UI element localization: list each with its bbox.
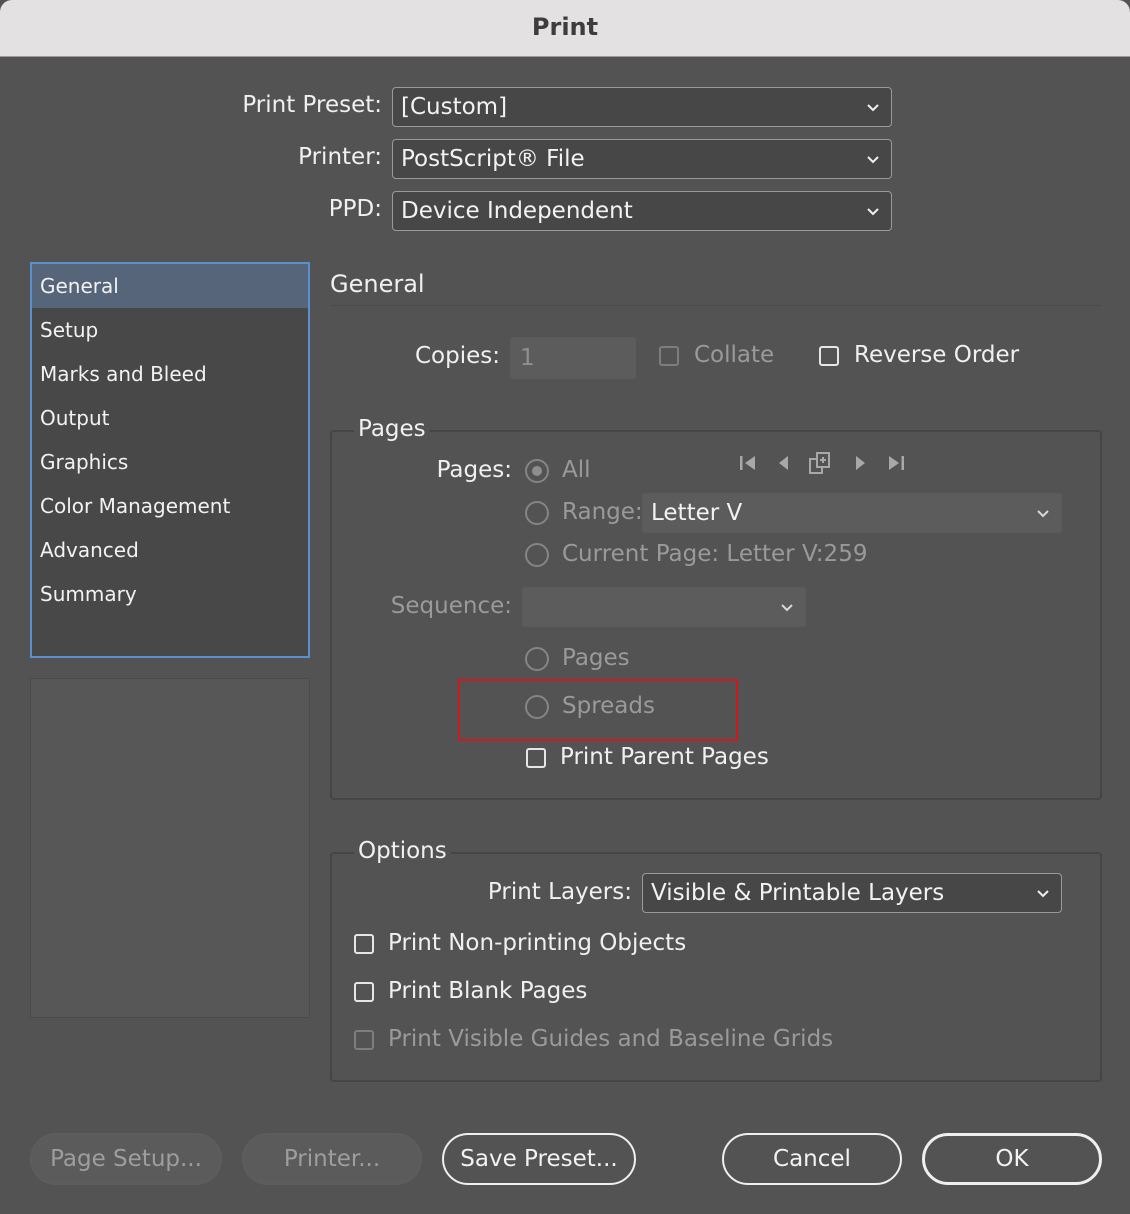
options-group-title: Options [354, 838, 451, 864]
page-setup-button[interactable]: Page Setup... [30, 1133, 222, 1185]
category-list: General Setup Marks and Bleed Output Gra… [30, 262, 310, 658]
print-preset-label: Print Preset: [242, 92, 382, 118]
reverse-order-checkbox[interactable] [819, 346, 839, 366]
range-radio[interactable] [525, 501, 549, 525]
chevron-down-icon [1037, 890, 1049, 898]
all-pages-radio[interactable] [525, 459, 549, 483]
last-page-icon[interactable] [883, 450, 909, 476]
print-dialog: Print Print Preset: [Custom] Printer: Po… [0, 0, 1130, 1214]
print-layers-select[interactable]: Visible & Printable Layers [642, 873, 1062, 913]
save-preset-button[interactable]: Save Preset... [442, 1133, 636, 1185]
print-parent-pages-checkbox[interactable] [526, 748, 546, 768]
copies-label: Copies: [414, 343, 500, 369]
section-title: General [330, 270, 425, 298]
all-pages-label: All [562, 457, 591, 483]
sidebar-item-summary[interactable]: Summary [32, 572, 308, 616]
collate-label: Collate [694, 342, 775, 368]
previous-page-icon[interactable] [771, 450, 797, 476]
sidebar-item-general[interactable]: General [32, 264, 308, 308]
cancel-button[interactable]: Cancel [722, 1133, 902, 1185]
current-page-radio[interactable] [525, 543, 549, 567]
chevron-down-icon [867, 208, 879, 216]
chevron-down-icon [1037, 510, 1049, 518]
sequence-select[interactable] [522, 587, 806, 627]
title-bar: Print [0, 0, 1130, 57]
print-blank-pages-label: Print Blank Pages [388, 978, 588, 1004]
pages-group-title: Pages [354, 416, 430, 442]
printer-button[interactable]: Printer... [242, 1133, 422, 1185]
print-nonprinting-label: Print Non-printing Objects [388, 930, 687, 956]
sidebar-item-advanced[interactable]: Advanced [32, 528, 308, 572]
reverse-order-label: Reverse Order [854, 342, 1020, 368]
range-label: Range: [562, 499, 643, 525]
pages-option-label: Pages [562, 645, 630, 671]
print-preset-value: [Custom] [401, 94, 508, 120]
print-layers-value: Visible & Printable Layers [651, 880, 945, 906]
range-value: Letter V [651, 500, 743, 526]
window-title: Print [531, 13, 599, 41]
print-blank-pages-checkbox[interactable] [354, 982, 374, 1002]
spread-icon[interactable] [807, 450, 833, 476]
current-page-label: Current Page: Letter V:259 [562, 541, 868, 567]
chevron-down-icon [781, 604, 793, 612]
pages-option-radio[interactable] [525, 647, 549, 671]
printer-select[interactable]: PostScript® File [392, 139, 892, 179]
radio-selected-dot [532, 466, 542, 476]
ok-button[interactable]: OK [922, 1133, 1102, 1185]
chevron-down-icon [867, 104, 879, 112]
sidebar-item-color-management[interactable]: Color Management [32, 484, 308, 528]
next-page-icon[interactable] [847, 450, 873, 476]
copies-input[interactable]: 1 [510, 337, 636, 379]
print-guides-label: Print Visible Guides and Baseline Grids [388, 1026, 834, 1052]
sidebar-item-setup[interactable]: Setup [32, 308, 308, 352]
print-guides-checkbox[interactable] [354, 1030, 374, 1050]
sequence-label: Sequence: [390, 593, 512, 619]
page-preview-panel [30, 678, 310, 1018]
print-layers-label: Print Layers: [487, 879, 632, 905]
printer-value: PostScript® File [401, 146, 585, 172]
section-divider [330, 305, 1102, 306]
ppd-select[interactable]: Device Independent [392, 191, 892, 231]
print-nonprinting-checkbox[interactable] [354, 934, 374, 954]
ppd-value: Device Independent [401, 198, 633, 224]
collate-checkbox[interactable] [659, 346, 679, 366]
printer-label: Printer: [298, 144, 382, 170]
highlight-box [458, 679, 738, 741]
sidebar-item-marks-and-bleed[interactable]: Marks and Bleed [32, 352, 308, 396]
sidebar-item-graphics[interactable]: Graphics [32, 440, 308, 484]
pages-label: Pages: [436, 457, 512, 483]
print-preset-select[interactable]: [Custom] [392, 87, 892, 127]
ppd-label: PPD: [328, 196, 382, 222]
range-select[interactable]: Letter V [642, 493, 1062, 533]
copies-value: 1 [520, 345, 535, 371]
chevron-down-icon [867, 156, 879, 164]
print-parent-pages-label: Print Parent Pages [560, 744, 769, 770]
first-page-icon[interactable] [735, 450, 761, 476]
sidebar-item-output[interactable]: Output [32, 396, 308, 440]
